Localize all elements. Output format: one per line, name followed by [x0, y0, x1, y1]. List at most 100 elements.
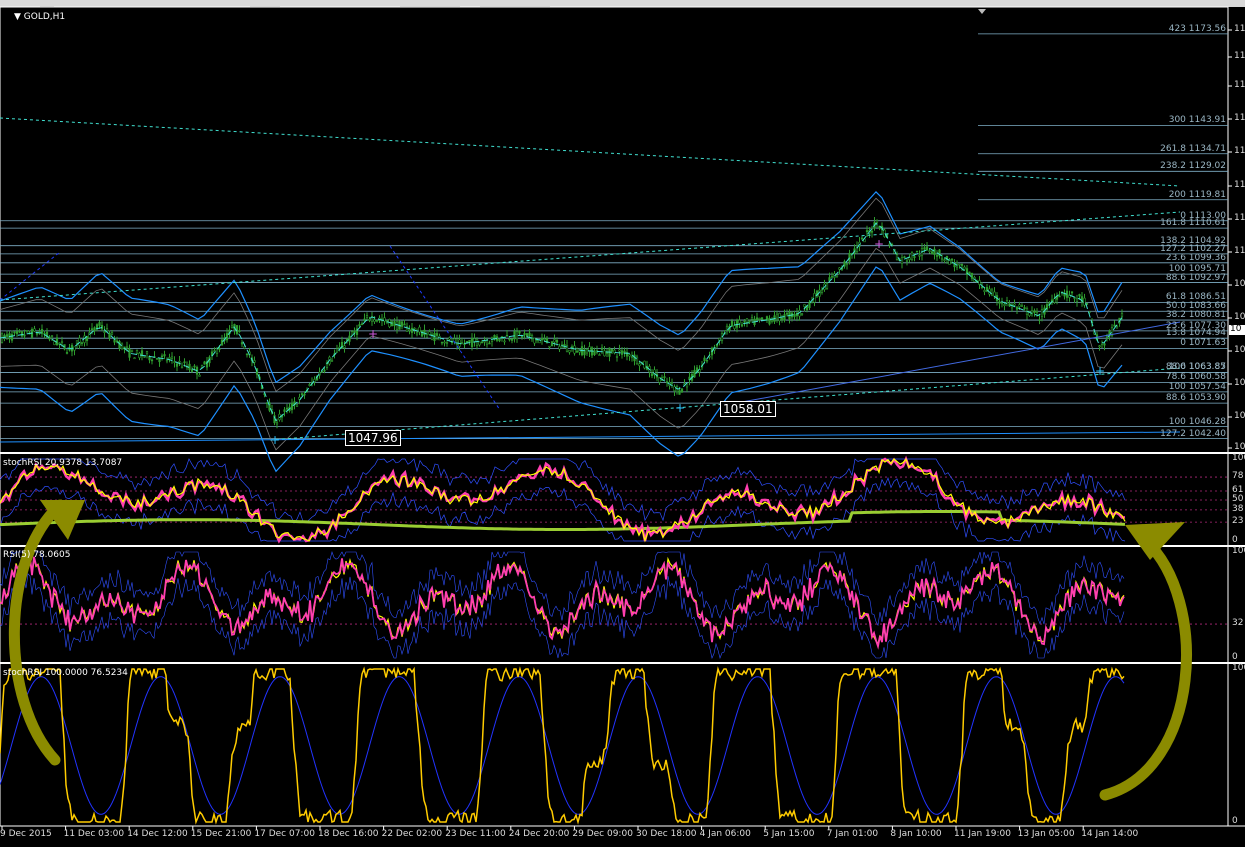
- toolbar-fragment: [250, 0, 280, 7]
- fib-level-label: 38.2 1080.81: [1165, 310, 1226, 321]
- candle-body: [33, 328, 36, 332]
- candle-body: [543, 338, 546, 341]
- fib-level-label: 0 1071.63: [1180, 338, 1226, 349]
- candle-body: [528, 332, 531, 337]
- candle-body: [803, 304, 806, 307]
- candle-body: [953, 263, 956, 268]
- candle-body: [618, 349, 621, 352]
- candle-body: [750, 317, 754, 320]
- candle-body: [105, 328, 109, 332]
- candle-body: [13, 331, 16, 334]
- fib-level-label: 127.2 1042.40: [1160, 428, 1226, 439]
- candle-body: [308, 384, 311, 386]
- time-axis-label: 8 Jan 10:00: [890, 829, 942, 839]
- candle-body: [10, 334, 14, 341]
- candle-body: [170, 356, 174, 359]
- candle-body: [663, 376, 666, 378]
- candle-body: [743, 320, 746, 323]
- chevron-down-icon[interactable]: ▼: [14, 12, 21, 22]
- candle-body: [393, 321, 396, 327]
- candle-body: [913, 256, 916, 258]
- candle-body: [363, 318, 366, 322]
- candle-body: [428, 331, 431, 335]
- candle-body: [230, 325, 234, 328]
- candle-body: [150, 359, 154, 362]
- candle-body: [835, 274, 839, 278]
- time-axis-label: 18 Dec 16:00: [318, 829, 379, 839]
- candle-body: [1120, 313, 1124, 317]
- candle-body: [445, 342, 449, 344]
- candle-body: [425, 333, 429, 338]
- candle-body: [503, 340, 506, 343]
- toolbar-fragment: [40, 0, 54, 7]
- candle-body: [75, 340, 79, 344]
- candle-body: [415, 332, 419, 335]
- candle-body: [145, 351, 149, 354]
- fib-level-label: 300 1143.91: [1168, 115, 1226, 126]
- high-marker: +: [368, 327, 378, 341]
- candle-body: [395, 321, 399, 330]
- candle-body: [518, 330, 521, 334]
- candle-body: [830, 276, 834, 278]
- candle-body: [403, 323, 406, 326]
- candle-body: [423, 329, 426, 336]
- chart-canvas[interactable]: + + + + +: [0, 0, 1245, 847]
- candle-body: [745, 318, 749, 323]
- candle-body: [508, 338, 511, 341]
- price-axis-label: 11: [1234, 246, 1245, 256]
- candle-body: [930, 251, 934, 254]
- candle-body: [178, 361, 181, 363]
- candle-body: [685, 383, 689, 388]
- low-marker: +: [270, 433, 280, 447]
- price-axis-label: 10: [1234, 312, 1245, 322]
- candle-body: [825, 282, 829, 289]
- candle-body: [80, 342, 84, 344]
- candle-body: [478, 341, 481, 346]
- candle-body: [25, 330, 29, 333]
- candle-body: [78, 337, 81, 346]
- candle-body: [705, 359, 709, 362]
- candle-body: [1003, 304, 1006, 306]
- candle-body: [133, 357, 136, 360]
- candle-body: [1040, 309, 1044, 317]
- candle-body: [238, 330, 241, 332]
- stoch1-axis-label: 78: [1232, 471, 1244, 482]
- fib-level-label: 13.8 1074.94: [1165, 328, 1226, 339]
- candle-body: [245, 353, 249, 356]
- candle-body: [978, 280, 981, 285]
- candle-body: [793, 314, 796, 317]
- candle-body: [533, 337, 536, 344]
- candle-body: [1013, 303, 1016, 306]
- candle-body: [183, 361, 186, 364]
- candle-body: [780, 317, 784, 321]
- candle-body: [933, 248, 936, 255]
- candle-body: [443, 341, 446, 344]
- candle-body: [600, 347, 604, 350]
- candle-body: [925, 246, 929, 251]
- candle-body: [733, 325, 736, 329]
- candle-body: [295, 404, 299, 407]
- fib-level-label: 88.6 1053.90: [1165, 393, 1226, 404]
- candle-body: [900, 257, 904, 264]
- candle-body: [113, 339, 116, 343]
- candle-body: [735, 319, 739, 328]
- price-axis-label: 10: [1234, 442, 1245, 452]
- candle-body: [373, 319, 376, 322]
- candle-body: [375, 319, 379, 322]
- stochrsi1-panel-title: stochRSI 20.9378 13.7087: [3, 458, 123, 468]
- toolbar-fragment: [480, 0, 550, 7]
- candle-body: [703, 357, 706, 362]
- price-axis-label: 10: [1234, 279, 1245, 289]
- candle-body: [585, 349, 589, 354]
- fib-level-label: 100 1046.28: [1168, 416, 1226, 427]
- time-axis-label: 5 Jan 15:00: [763, 829, 815, 839]
- candle-body: [635, 356, 639, 365]
- time-axis-label: 30 Dec 18:00: [636, 829, 697, 839]
- candle-body: [155, 358, 159, 360]
- candle-body: [468, 339, 471, 343]
- candle-body: [65, 352, 69, 354]
- price-panel-title: ▼ GOLD,H1: [14, 12, 65, 22]
- candle-body: [1035, 311, 1039, 313]
- low-marker: +: [675, 401, 685, 415]
- candle-body: [908, 257, 911, 260]
